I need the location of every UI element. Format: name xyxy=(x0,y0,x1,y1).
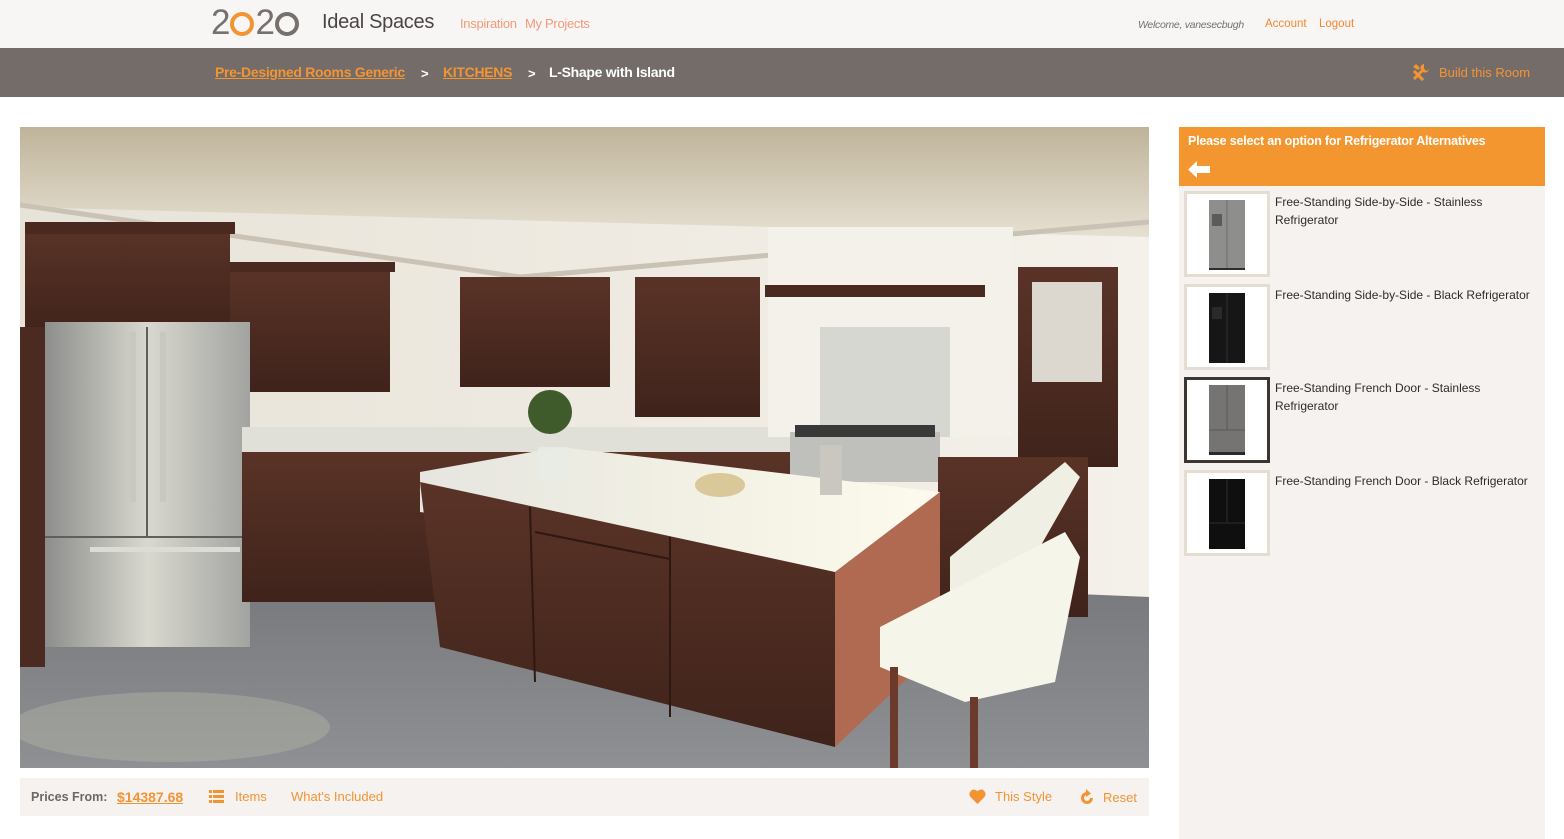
items-label: Items xyxy=(235,789,267,804)
option-french-door-black[interactable]: Free-Standing French Door - Black Refrig… xyxy=(1184,470,1540,556)
option-name: Free-Standing Side-by-Side - Stainless R… xyxy=(1275,195,1483,227)
options-panel-header: Please select an option for Refrigerator… xyxy=(1179,127,1545,186)
whats-included-label: What's Included xyxy=(291,789,384,804)
price-label: Prices From: xyxy=(31,790,108,804)
logo-ring-gray xyxy=(274,12,299,36)
logout-link[interactable]: Logout xyxy=(1319,18,1354,30)
items-button[interactable]: Items xyxy=(209,789,267,804)
option-side-by-side-stainless[interactable]: Free-Standing Side-by-Side - Stainless R… xyxy=(1184,191,1540,277)
refrigerator-side-by-side-stainless-icon xyxy=(1209,200,1245,270)
logo-2020[interactable]: 22 xyxy=(211,3,300,42)
like-this-style-button[interactable]: This Style xyxy=(969,789,1052,804)
logo-digit: 2 xyxy=(211,3,230,42)
refrigerator-french-door-stainless-icon xyxy=(1209,385,1245,455)
option-thumbnail xyxy=(1184,470,1270,556)
reset-button[interactable]: Reset xyxy=(1080,789,1137,805)
welcome-text: Welcome, vanesecbugh xyxy=(1138,19,1244,31)
option-name: Free-Standing French Door - Stainless Re… xyxy=(1275,381,1481,413)
brand-name: Ideal Spaces xyxy=(322,11,435,33)
option-name: Free-Standing French Door - Black Refrig… xyxy=(1275,474,1528,488)
this-style-label: This Style xyxy=(995,789,1053,804)
list-icon xyxy=(209,790,224,803)
option-side-by-side-black[interactable]: Free-Standing Side-by-Side - Black Refri… xyxy=(1184,284,1540,370)
kitchen-render-image xyxy=(20,127,1149,768)
option-name: Free-Standing Side-by-Side - Black Refri… xyxy=(1275,288,1530,302)
options-panel: Please select an option for Refrigerator… xyxy=(1179,127,1545,839)
option-thumbnail xyxy=(1184,284,1270,370)
logo-ring-orange xyxy=(230,12,255,36)
options-panel-title: Please select an option for Refrigerator… xyxy=(1188,134,1486,148)
breadcrumb-separator: > xyxy=(421,66,429,81)
top-header: 22 Ideal Spaces Inspiration My Projects … xyxy=(0,0,1564,48)
whats-included-link[interactable]: What's Included xyxy=(291,789,383,804)
option-thumbnail xyxy=(1184,191,1270,277)
tools-icon xyxy=(1412,64,1429,82)
logo-digit: 2 xyxy=(255,3,274,42)
nav-inspiration[interactable]: Inspiration xyxy=(460,16,517,31)
price-bar: Prices From: $14387.68 Items What's Incl… xyxy=(20,778,1149,816)
option-thumbnail xyxy=(1184,377,1270,463)
breadcrumb-bar: Pre-Designed Rooms Generic > KITCHENS > … xyxy=(0,48,1564,97)
refresh-icon xyxy=(1081,789,1093,804)
breadcrumb-current: L-Shape with Island xyxy=(549,64,675,80)
account-link[interactable]: Account xyxy=(1265,18,1307,30)
breadcrumb-pre-designed-rooms[interactable]: Pre-Designed Rooms Generic xyxy=(215,64,405,80)
refrigerator-french-door-black-icon xyxy=(1209,479,1245,549)
build-this-room-label: Build this Room xyxy=(1439,65,1531,80)
refrigerator-side-by-side-black-icon xyxy=(1209,293,1245,363)
reset-label: Reset xyxy=(1103,789,1137,805)
option-french-door-stainless[interactable]: Free-Standing French Door - Stainless Re… xyxy=(1184,377,1540,463)
build-this-room-button[interactable]: Build this Room xyxy=(1411,63,1530,82)
back-arrow-icon[interactable] xyxy=(1188,161,1210,178)
breadcrumb-kitchens[interactable]: KITCHENS xyxy=(443,64,512,80)
breadcrumb-separator: > xyxy=(528,66,536,81)
heart-icon xyxy=(969,789,986,804)
price-value-link[interactable]: $14387.68 xyxy=(117,789,183,805)
nav-my-projects[interactable]: My Projects xyxy=(525,16,590,31)
